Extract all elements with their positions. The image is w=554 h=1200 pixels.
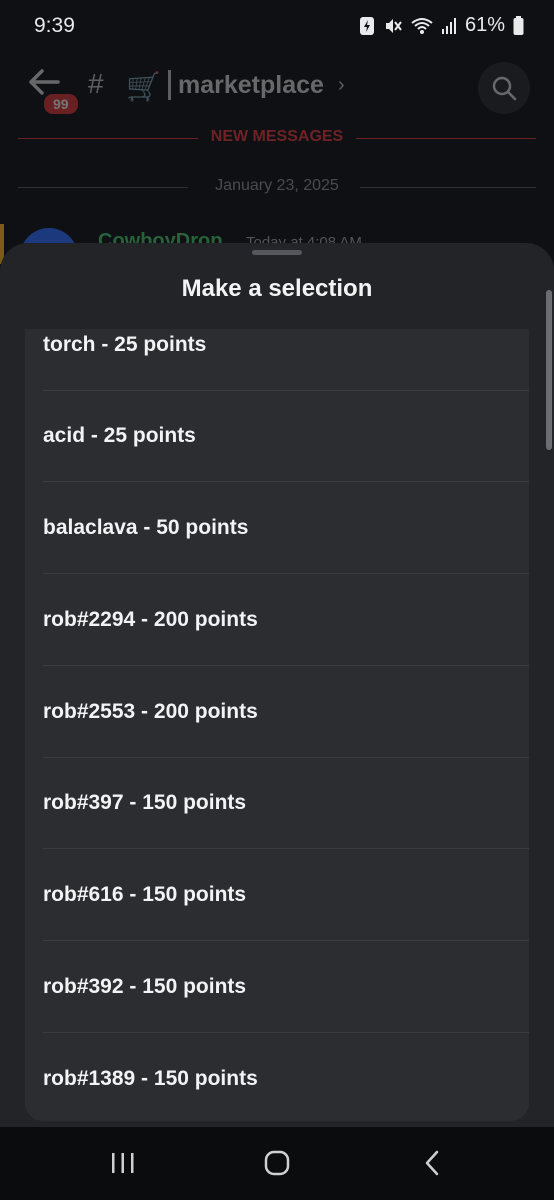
channel-hash-icon: # xyxy=(88,68,104,99)
option-item[interactable]: rob#616 - 150 points xyxy=(43,849,529,941)
option-item[interactable]: acid - 25 points xyxy=(43,390,529,482)
option-label: rob#2294 - 200 points xyxy=(43,608,258,631)
option-label: acid - 25 points xyxy=(43,424,196,447)
new-messages-divider: NEW MESSAGES xyxy=(0,128,554,148)
option-label: rob#2553 - 200 points xyxy=(43,700,258,723)
back-icon xyxy=(425,1150,439,1176)
option-item[interactable]: rob#2294 - 200 points xyxy=(43,574,529,666)
option-item[interactable]: rob#397 - 150 points xyxy=(43,757,529,849)
option-item[interactable]: rob#2553 - 200 points xyxy=(43,666,529,758)
sheet-scrollbar[interactable] xyxy=(546,290,552,450)
battery-saver-icon xyxy=(359,16,375,36)
search-button[interactable] xyxy=(478,62,530,114)
channel-header: 99 # 🛒 marketplace › xyxy=(0,56,554,120)
back-button[interactable] xyxy=(408,1145,458,1181)
mute-icon xyxy=(383,16,403,36)
sheet-title: Make a selection xyxy=(181,275,373,302)
option-item[interactable]: torch - 25 points xyxy=(43,329,529,391)
recents-button[interactable] xyxy=(98,1145,148,1181)
channel-divider xyxy=(168,70,171,100)
option-label: rob#1389 - 150 points xyxy=(43,1067,258,1090)
new-messages-label: NEW MESSAGES xyxy=(210,128,344,145)
home-icon xyxy=(264,1150,290,1176)
option-label: torch - 25 points xyxy=(43,333,207,356)
selection-sheet: Make a selection torch - 25 points acid … xyxy=(0,243,554,1127)
search-icon xyxy=(492,76,517,101)
drag-handle[interactable] xyxy=(252,250,302,255)
channel-emoji: 🛒 xyxy=(126,71,161,102)
option-item[interactable]: rob#392 - 150 points xyxy=(43,941,529,1033)
option-label: rob#392 - 150 points xyxy=(43,975,247,998)
date-label: January 23, 2025 xyxy=(215,177,339,194)
battery-icon xyxy=(513,15,524,36)
option-label: balaclava - 50 points xyxy=(43,516,249,539)
date-divider: January 23, 2025 xyxy=(0,177,554,197)
option-label: rob#616 - 150 points xyxy=(43,883,247,906)
option-item[interactable]: balaclava - 50 points xyxy=(43,482,529,574)
home-button[interactable] xyxy=(252,1145,302,1181)
status-bar: 9:39 61% xyxy=(0,0,554,56)
status-time: 9:39 xyxy=(34,14,75,37)
option-item[interactable]: rob#1389 - 150 points xyxy=(43,1033,529,1121)
channel-name[interactable]: marketplace xyxy=(178,71,324,100)
signal-icon xyxy=(441,17,457,35)
wifi-icon xyxy=(411,17,433,35)
navigation-bar xyxy=(0,1127,554,1200)
recents-icon xyxy=(112,1153,134,1173)
option-label: rob#397 - 150 points xyxy=(43,791,247,814)
options-list: torch - 25 points acid - 25 points balac… xyxy=(25,329,529,1121)
battery-percent: 61% xyxy=(464,14,505,36)
chevron-right-icon: › xyxy=(338,74,345,96)
unread-badge: 99 xyxy=(41,91,81,117)
